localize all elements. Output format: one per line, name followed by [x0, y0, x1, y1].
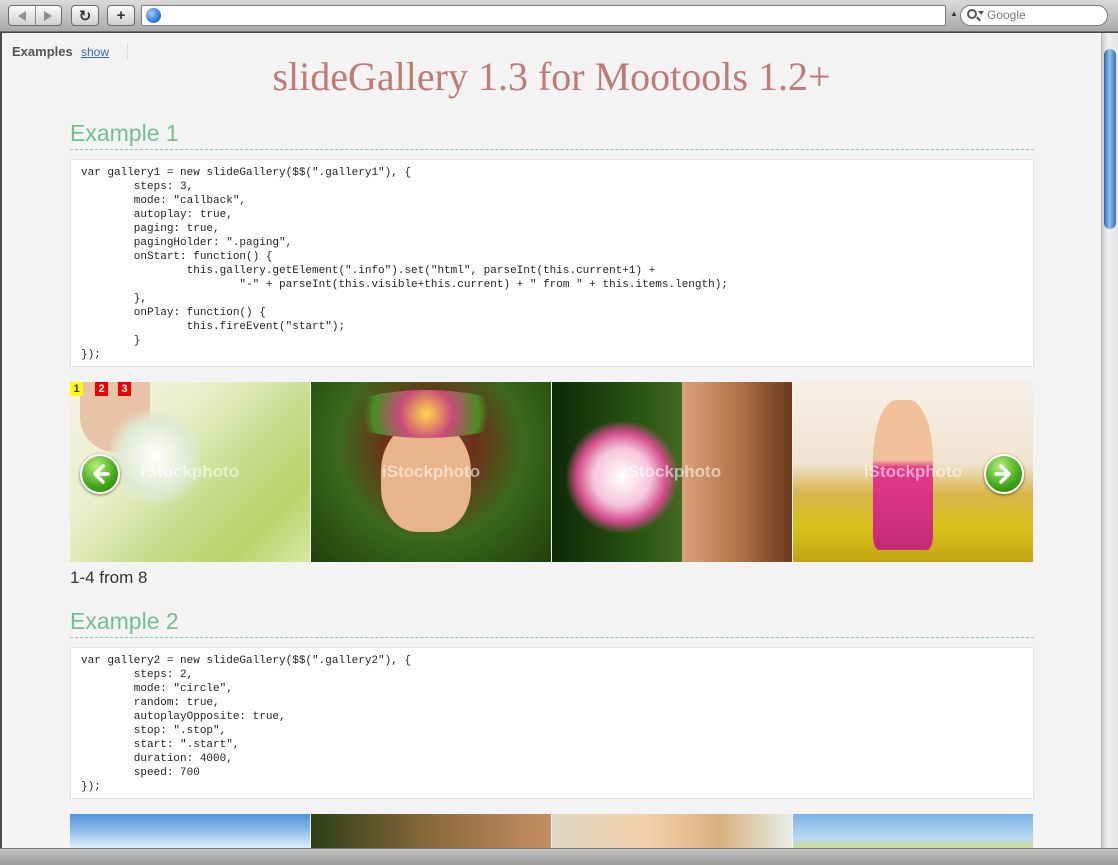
next-button[interactable]	[984, 454, 1024, 494]
example2-line: start: ".start",	[81, 739, 240, 751]
example1-gallery: iStockphoto iStockphoto iStockphoto iSto…	[70, 382, 1034, 562]
example2-line: mode: "circle",	[81, 683, 233, 695]
plus-icon: +	[116, 7, 126, 24]
new-tab-button[interactable]: +	[107, 5, 135, 26]
address-bar[interactable]	[141, 5, 946, 26]
example1-line: }	[81, 335, 141, 347]
paging-item-2[interactable]: 2	[95, 382, 108, 396]
example2-line: var gallery2 = new slideGallery($$(".gal…	[81, 655, 412, 667]
prev-button[interactable]	[80, 454, 120, 494]
arrow-right-icon	[994, 464, 1011, 484]
gallery-image[interactable]: iStockphoto	[552, 382, 792, 562]
example2-line: });	[81, 781, 101, 793]
search-input[interactable]: Google	[960, 5, 1108, 26]
example1-line: onPlay: function() {	[81, 307, 266, 319]
paging-item-1[interactable]: 1	[70, 382, 83, 396]
gallery-image[interactable]: iStockphoto	[311, 382, 551, 562]
gallery-info: 1-4 from 8	[70, 568, 148, 587]
example1-line: });	[81, 349, 101, 361]
watermark: iStockphoto	[622, 462, 722, 481]
reload-icon: ↻	[78, 7, 92, 25]
scrollbar-thumb[interactable]	[1104, 49, 1116, 229]
forward-arrow-icon	[44, 10, 53, 21]
flowers-shape	[110, 402, 200, 512]
globe-icon	[146, 8, 161, 23]
gallery-image[interactable]	[552, 814, 792, 848]
reload-button[interactable]: ↻	[71, 5, 99, 26]
back-arrow-icon	[17, 10, 26, 21]
browser-toolbar: ↻ + ▲ Google	[0, 0, 1118, 32]
example1-line: onStart: function() {	[81, 251, 273, 263]
chevron-down-icon	[978, 11, 984, 15]
example1-code-block: var gallery1 = new slideGallery($$(".gal…	[70, 159, 1034, 367]
example1-line: mode: "callback",	[81, 195, 247, 207]
example1-line: paging: true,	[81, 223, 220, 235]
search-placeholder: Google	[987, 8, 1026, 22]
example2-line: speed: 700	[81, 767, 200, 779]
gallery-image[interactable]	[311, 814, 551, 848]
example2-line: steps: 2,	[81, 669, 194, 681]
example1-line: steps: 3,	[81, 181, 194, 193]
example1-line: this.fireEvent("start");	[81, 321, 346, 333]
watermark: iStockphoto	[381, 462, 481, 481]
example2-line: random: true,	[81, 697, 220, 709]
status-bar	[0, 848, 1118, 865]
example2-heading: Example 2	[70, 607, 1034, 638]
example1-line: this.gallery.getElement(".info").set("ht…	[81, 265, 656, 277]
gallery-image[interactable]	[793, 814, 1033, 848]
page-viewport: Examples show slideGallery 1.3 for Mooto…	[2, 33, 1101, 848]
example1-line: autoplay: true,	[81, 209, 233, 221]
flower-crown-shape	[341, 390, 511, 438]
gallery-image[interactable]	[70, 814, 310, 848]
example2-line: duration: 4000,	[81, 753, 233, 765]
example2-code-block: var gallery2 = new slideGallery($$(".gal…	[70, 647, 1034, 799]
vertical-scrollbar[interactable]	[1101, 33, 1118, 848]
example1-heading: Example 1	[70, 119, 1034, 150]
nav-buttons	[8, 5, 62, 26]
example1-line: var gallery1 = new slideGallery($$(".gal…	[81, 167, 412, 179]
example2-gallery	[70, 814, 1034, 848]
arrow-left-icon	[93, 464, 110, 484]
example2-line: stop: ".stop",	[81, 725, 227, 737]
paging-item-3[interactable]: 3	[118, 382, 131, 396]
back-button[interactable]	[9, 6, 35, 25]
search-icon	[967, 9, 977, 19]
example1-line: },	[81, 293, 148, 305]
example1-line: pagingHolder: ".paging",	[81, 237, 293, 249]
forward-button[interactable]	[34, 6, 62, 25]
address-dropdown-icon[interactable]: ▲	[950, 9, 958, 18]
example1-line: "-" + parseInt(this.visible+this.current…	[81, 279, 728, 291]
page-title: slideGallery 1.3 for Mootools 1.2+	[272, 54, 831, 99]
example2-line: autoplayOpposite: true,	[81, 711, 286, 723]
